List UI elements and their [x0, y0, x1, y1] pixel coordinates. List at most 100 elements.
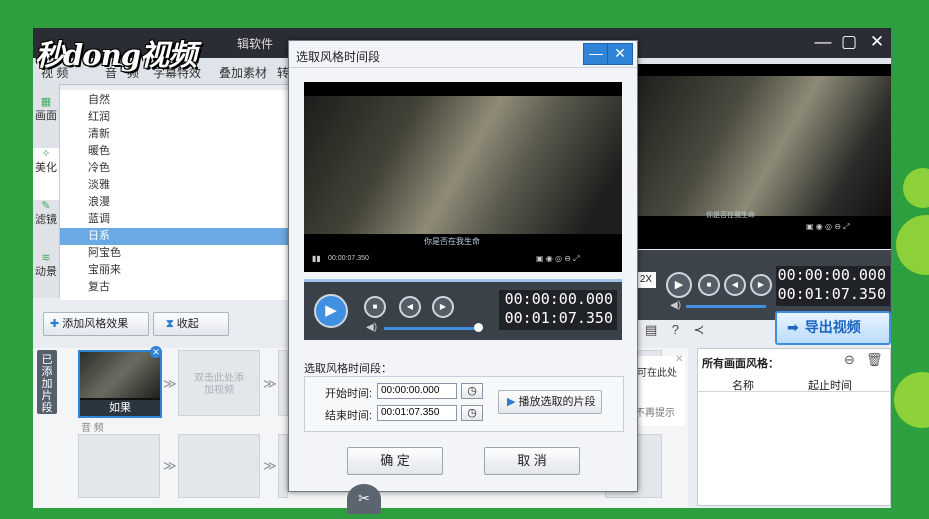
save-icon[interactable]: ▤ — [645, 322, 657, 337]
style-item[interactable]: 淡雅 — [60, 177, 292, 194]
volume-slider[interactable] — [384, 327, 476, 330]
export-video-button[interactable]: ➡ 导出视频 — [775, 311, 891, 345]
video-subtitle: 你是否在我生命 — [424, 237, 480, 246]
empty-video-slot[interactable]: 双击此处添加视频 — [178, 350, 260, 416]
styles-table-header: 名称 起止时间 — [698, 375, 890, 392]
arrow-icon: ≫ — [263, 458, 277, 473]
share-icon[interactable]: ≺ — [693, 322, 704, 337]
style-item[interactable]: 阿宝色 — [60, 245, 292, 262]
audio-slot[interactable] — [178, 434, 260, 498]
volume-knob[interactable] — [474, 323, 483, 332]
tab-motion[interactable]: ≋ 动景 — [33, 252, 59, 304]
tip-text: 可在此处 — [637, 368, 677, 379]
dialog-player-controls: ▶ ■ ◀ ▶ ◀) 00:00:00.000 00:01:07.350 — [304, 282, 622, 340]
volume-icon[interactable]: ◀) — [366, 322, 377, 333]
stop-icon[interactable]: ■ — [698, 274, 720, 296]
tab-beautify[interactable]: ✧ 美化 — [33, 148, 59, 200]
dialog-video-preview: 你是否在我生命 ▮▮ 00:00:07.350 ▣ ◉ ◎ ⊖ ⤢ — [304, 82, 622, 272]
style-list: 自然 红润 清新 暖色 冷色 淡雅 浪漫 蓝调 日系 阿宝色 宝丽来 复古 — [60, 90, 292, 300]
audio-slot[interactable] — [78, 434, 160, 498]
minimize-icon[interactable]: — — [812, 32, 834, 52]
style-item[interactable]: 蓝调 — [60, 211, 292, 228]
section-label: 选取风格时间段： — [304, 363, 392, 375]
tab-picture[interactable]: ▦ 画面 — [33, 96, 59, 148]
col-name: 名称 — [732, 380, 754, 392]
next-frame-icon[interactable]: ▶ — [432, 296, 454, 318]
collapse-button[interactable]: ⧗ 收起 — [153, 312, 229, 336]
play-selected-button[interactable]: ▶ 播放选取的片段 — [498, 390, 602, 414]
play-selected-label: 播放选取的片段 — [518, 396, 596, 408]
empty-video-slot[interactable] — [278, 350, 288, 416]
add-effect-icon: ✚ — [50, 318, 60, 330]
dialog-title-bar: 选取风格时间段 — ✕ — [289, 41, 637, 68]
style-item[interactable]: 暖色 — [60, 143, 292, 160]
style-item[interactable]: 浪漫 — [60, 194, 292, 211]
next-frame-icon[interactable]: ▶ — [750, 274, 772, 296]
green-circle-decoration — [894, 372, 929, 428]
close-icon[interactable]: ✕ — [607, 43, 633, 65]
arrow-icon: ≫ — [163, 458, 177, 473]
tip-popup: 可在此处 不再提示 ✕ — [633, 354, 685, 426]
maximize-icon[interactable]: ▢ — [838, 32, 860, 52]
scissors-icon[interactable]: ✂ — [347, 484, 381, 514]
tab-picture-label: 画面 — [35, 110, 57, 122]
volume-icon[interactable]: ◀) — [670, 300, 681, 311]
style-item[interactable]: 自然 — [60, 92, 292, 109]
filter-icon: ✎ — [41, 200, 51, 212]
arrow-icon: ≫ — [263, 376, 277, 391]
remove-clip-icon[interactable]: ✕ — [150, 346, 162, 358]
col-time: 起止时间 — [808, 380, 852, 392]
select-style-time-dialog: 选取风格时间段 — ✕ 你是否在我生命 ▮▮ 00:00:07.350 ▣ ◉ … — [288, 40, 638, 492]
clock-icon[interactable]: ◷ — [461, 383, 483, 399]
tip-no-show[interactable]: 不再提示 — [635, 404, 675, 419]
green-circle-decoration — [903, 168, 929, 208]
ok-button[interactable]: 确 定 — [347, 447, 443, 475]
prev-frame-icon[interactable]: ◀ — [399, 296, 421, 318]
watermark-logo: 秒dong视频 — [35, 38, 197, 72]
minimize-icon[interactable]: — — [583, 43, 609, 65]
menu-overlay[interactable]: 叠加素材 — [219, 64, 267, 81]
timeline-label: 已添加片段 — [37, 350, 57, 414]
audio-label: 音 频 — [81, 423, 104, 434]
wave-icon: ≋ — [41, 252, 51, 264]
help-icon[interactable]: ? — [672, 322, 679, 337]
clip-slot[interactable]: 如果 ✕ — [78, 346, 162, 418]
cancel-button[interactable]: 取 消 — [484, 447, 580, 475]
inner-play-icon[interactable]: ▮▮ — [312, 254, 321, 263]
volume-slider[interactable] — [686, 305, 766, 308]
stop-icon[interactable]: ■ — [364, 296, 386, 318]
time-section-box: 开始时间: ◷ 结束时间: ◷ ▶播放选取的片段 — [304, 376, 624, 432]
dialog-title: 选取风格时间段 — [296, 50, 381, 64]
style-item-selected[interactable]: 日系 — [60, 228, 292, 245]
style-item[interactable]: 冷色 — [60, 160, 292, 177]
tab-filter[interactable]: ✎ 滤镜 — [33, 200, 59, 252]
clock-icon[interactable]: ◷ — [461, 405, 483, 421]
current-time: 00:00:00.000 — [777, 266, 886, 284]
close-icon[interactable]: ✕ — [866, 32, 888, 52]
play-icon[interactable]: ▶ — [314, 294, 348, 328]
tip-close-icon[interactable]: ✕ — [675, 354, 683, 365]
play-icon[interactable]: ▶ — [666, 272, 692, 298]
end-time-field[interactable] — [377, 405, 457, 421]
audio-slot[interactable] — [278, 434, 288, 498]
add-style-button[interactable]: ✚ 添加风格效果 — [43, 312, 149, 336]
total-time: 00:01:07.350 — [777, 285, 886, 303]
export-label: 导出视频 — [804, 319, 861, 335]
player-controls: 2X ▶ ■ ◀ ▶ ◀) 00:00:00.000 00:01:07.350 — [636, 250, 891, 320]
arrow-icon: ≫ — [163, 376, 177, 391]
play-icon: ▶ — [507, 396, 516, 408]
style-item[interactable]: 红润 — [60, 109, 292, 126]
start-time-field[interactable] — [377, 383, 457, 399]
inner-player-bar: ▮▮ 00:00:07.350 ▣ ◉ ◎ ⊖ ⤢ — [304, 250, 622, 272]
style-item[interactable]: 复古 — [60, 279, 292, 296]
style-item[interactable]: 宝丽来 — [60, 262, 292, 279]
toolbar-icons: ▤ ? ≺ — [645, 322, 704, 338]
back-icon[interactable]: ⊖ — [844, 352, 855, 368]
style-item[interactable]: 清新 — [60, 126, 292, 143]
magic-wand-icon: ✧ — [41, 148, 51, 160]
speed-badge[interactable]: 2X — [636, 272, 656, 288]
tab-motion-label: 动景 — [35, 266, 57, 278]
green-circle-decoration — [896, 215, 929, 275]
prev-frame-icon[interactable]: ◀ — [724, 274, 746, 296]
trash-icon[interactable]: 🗑 — [866, 352, 883, 368]
